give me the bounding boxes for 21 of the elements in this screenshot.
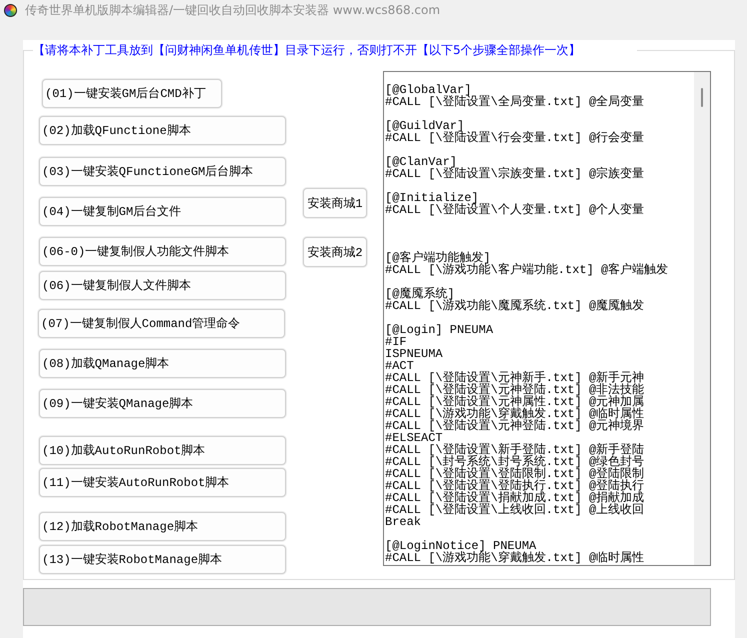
step-button[interactable]: (07)一键复制假人Command管理命令 [38, 309, 285, 338]
step-button[interactable]: (03)一键安装QFunctioneGM后台脚本 [39, 157, 286, 186]
scrollbar[interactable] [694, 72, 710, 565]
window-title: 传奇世界单机版脚本编辑器/一键回收自动回收脚本安装器 www.wcs868.com [25, 2, 440, 18]
color-wheel-icon [4, 4, 17, 16]
step-button[interactable]: (08)加载QManage脚本 [39, 349, 286, 378]
script-text: [@GlobalVar] #CALL [\登陆设置\全局变量.txt] @全局变量 [@GuildVar] #CALL [\登陆设置\行会变量.txt] @行会变量 [@ClanVar] #CALL [\登陆设置\宗族变量.txt] @宗族变量 [@Initialize] #CALL [\登陆设置\个人变量.txt] @个人变量 [@客户端功能触发] #CALL [\游戏功能\客户端功能.txt] @客户端触发 [@魔魇系统] #CALL [\游戏功能\魔魇系统.txt] @魔魇触发 [@Login] PNEUMA #IF ISPNEUMA #ACT #CALL [\登陆设置\元神新手.txt] @新手元神 #CALL [\登陆设置\元神登陆.txt] @非法技能 #CALL [\登陆设置\元神属性.txt] @元神加属 #CALL [\游戏功能\穿戴触发.txt] @临时属性 #CALL [\登陆设置\元神登陆.txt] @元神境界 #ELSEACT #CALL [\登陆设置\新手登陆.txt] @新手登陆 #CALL [\封号系统\封号系统.txt] @绿色封号 #CALL [\登陆设置\登陆限制.txt] @登陆限制 #CALL [\登陆设置\登陆执行.txt] @登陆执行 #CALL [\登陆设置\捐献加成.txt] @捐献加成 #CALL [\登陆设置\上线收回.txt] @上线收回 Break [@LoginNotice] PNEUMA #CALL [\游戏功能\穿戴触发.txt] @临时属性 [384, 82, 668, 564]
step-button[interactable]: (06-0)一键复制假人功能文件脚本 [39, 237, 286, 266]
script-text-area[interactable] [383, 71, 711, 566]
step-button[interactable]: (06)一键复制假人文件脚本 [39, 271, 286, 300]
install-shop-button[interactable]: 安装商城1 [303, 188, 367, 218]
step-button[interactable]: (04)一键复制GM后台文件 [39, 197, 286, 226]
step-button[interactable]: (09)一键安装QManage脚本 [39, 389, 286, 418]
step-button[interactable]: (10)加载AutoRunRobot脚本 [39, 436, 286, 465]
step-button[interactable]: (01)一键安装GM后台CMD补丁 [42, 79, 222, 108]
step-button[interactable]: (11)一键安装AutoRunRobot脚本 [39, 468, 286, 497]
install-shop-button[interactable]: 安装商城2 [303, 237, 367, 267]
step-button[interactable]: (02)加载QFunctione脚本 [39, 116, 286, 145]
step-button[interactable]: (12)加载RobotManage脚本 [39, 512, 286, 541]
step-button[interactable]: (13)一键安装RobotManage脚本 [39, 545, 286, 574]
scrollbar-thumb[interactable] [701, 88, 703, 107]
